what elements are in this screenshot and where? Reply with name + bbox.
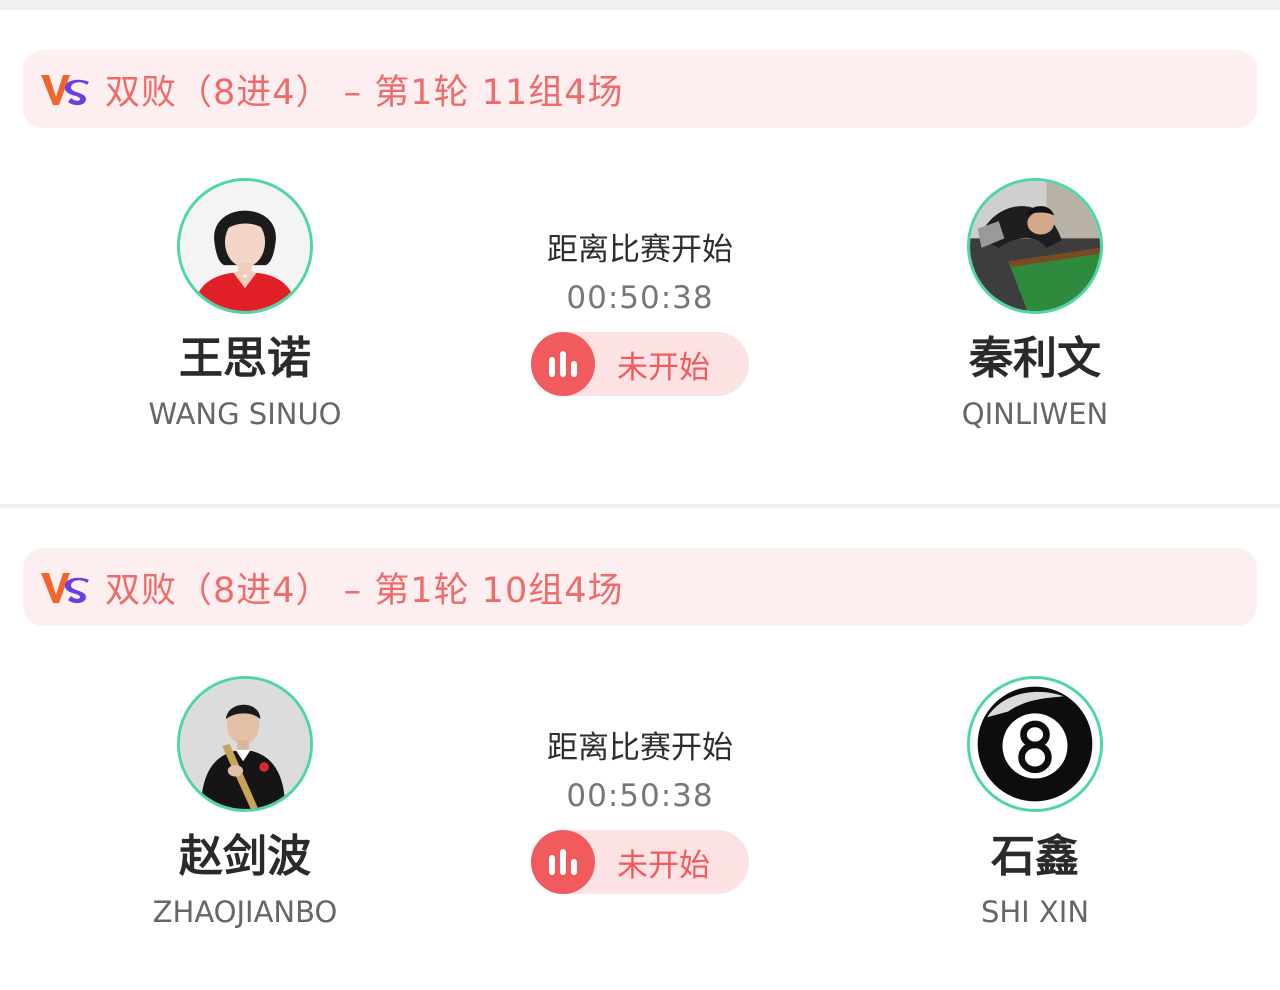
woman-portrait-icon bbox=[180, 181, 310, 311]
player-name-cn: 王思诺 bbox=[179, 333, 311, 384]
countdown-label: 距离比赛开始 bbox=[547, 232, 733, 268]
match-list: 双败（8进4） – 第1轮 11组4场 王思诺 WANG SINUO 距离比赛开… bbox=[0, 0, 1280, 990]
player-avatar[interactable] bbox=[177, 178, 313, 314]
eight-ball-icon bbox=[970, 679, 1100, 809]
player-avatar[interactable] bbox=[967, 676, 1103, 812]
match-title: 双败（8进4） – 第1轮 10组4场 bbox=[105, 570, 624, 611]
match-title: 双败（8进4） – 第1轮 11组4场 bbox=[105, 72, 624, 113]
player-name-cn: 秦利文 bbox=[969, 333, 1101, 384]
countdown-time: 00:50:38 bbox=[566, 778, 714, 814]
player-left[interactable]: 王思诺 WANG SINUO bbox=[115, 178, 375, 432]
bar-chart-icon bbox=[531, 830, 595, 894]
man-with-cue-photo-icon bbox=[180, 679, 310, 809]
status-label: 未开始 bbox=[617, 349, 710, 386]
vs-logo-icon bbox=[41, 573, 89, 604]
countdown-time: 00:50:38 bbox=[566, 280, 714, 316]
status-badge[interactable]: 未开始 bbox=[531, 332, 749, 396]
player-left[interactable]: 赵剑波 ZHAOJIANBO bbox=[115, 676, 375, 930]
player-name-cn: 赵剑波 bbox=[179, 831, 311, 882]
vs-logo-icon bbox=[41, 75, 89, 106]
status-label: 未开始 bbox=[617, 847, 710, 884]
match-status-block: 距离比赛开始 00:50:38 未开始 bbox=[510, 230, 770, 396]
match-card[interactable]: 双败（8进4） – 第1轮 11组4场 王思诺 WANG SINUO 距离比赛开… bbox=[0, 10, 1280, 504]
bar-chart-icon bbox=[531, 332, 595, 396]
player-name-cn: 石鑫 bbox=[991, 831, 1079, 882]
player-avatar[interactable] bbox=[177, 676, 313, 812]
player-name-en: ZHAOJIANBO bbox=[152, 895, 338, 929]
match-header: 双败（8进4） – 第1轮 10组4场 bbox=[23, 548, 1257, 626]
player-right[interactable]: 石鑫 SHI XIN bbox=[905, 676, 1165, 930]
snooker-player-photo-icon bbox=[970, 181, 1100, 311]
match-status-block: 距离比赛开始 00:50:38 未开始 bbox=[510, 728, 770, 894]
player-name-en: QINLIWEN bbox=[961, 397, 1109, 431]
status-badge[interactable]: 未开始 bbox=[531, 830, 749, 894]
player-avatar[interactable] bbox=[967, 178, 1103, 314]
match-card[interactable]: 双败（8进4） – 第1轮 10组4场 赵剑波 ZHAOJIANBO 距离比赛开… bbox=[0, 508, 1280, 990]
player-name-en: SHI XIN bbox=[980, 895, 1090, 929]
player-right[interactable]: 秦利文 QINLIWEN bbox=[905, 178, 1165, 432]
player-name-en: WANG SINUO bbox=[148, 397, 342, 431]
countdown-label: 距离比赛开始 bbox=[547, 730, 733, 766]
match-header: 双败（8进4） – 第1轮 11组4场 bbox=[23, 50, 1257, 128]
